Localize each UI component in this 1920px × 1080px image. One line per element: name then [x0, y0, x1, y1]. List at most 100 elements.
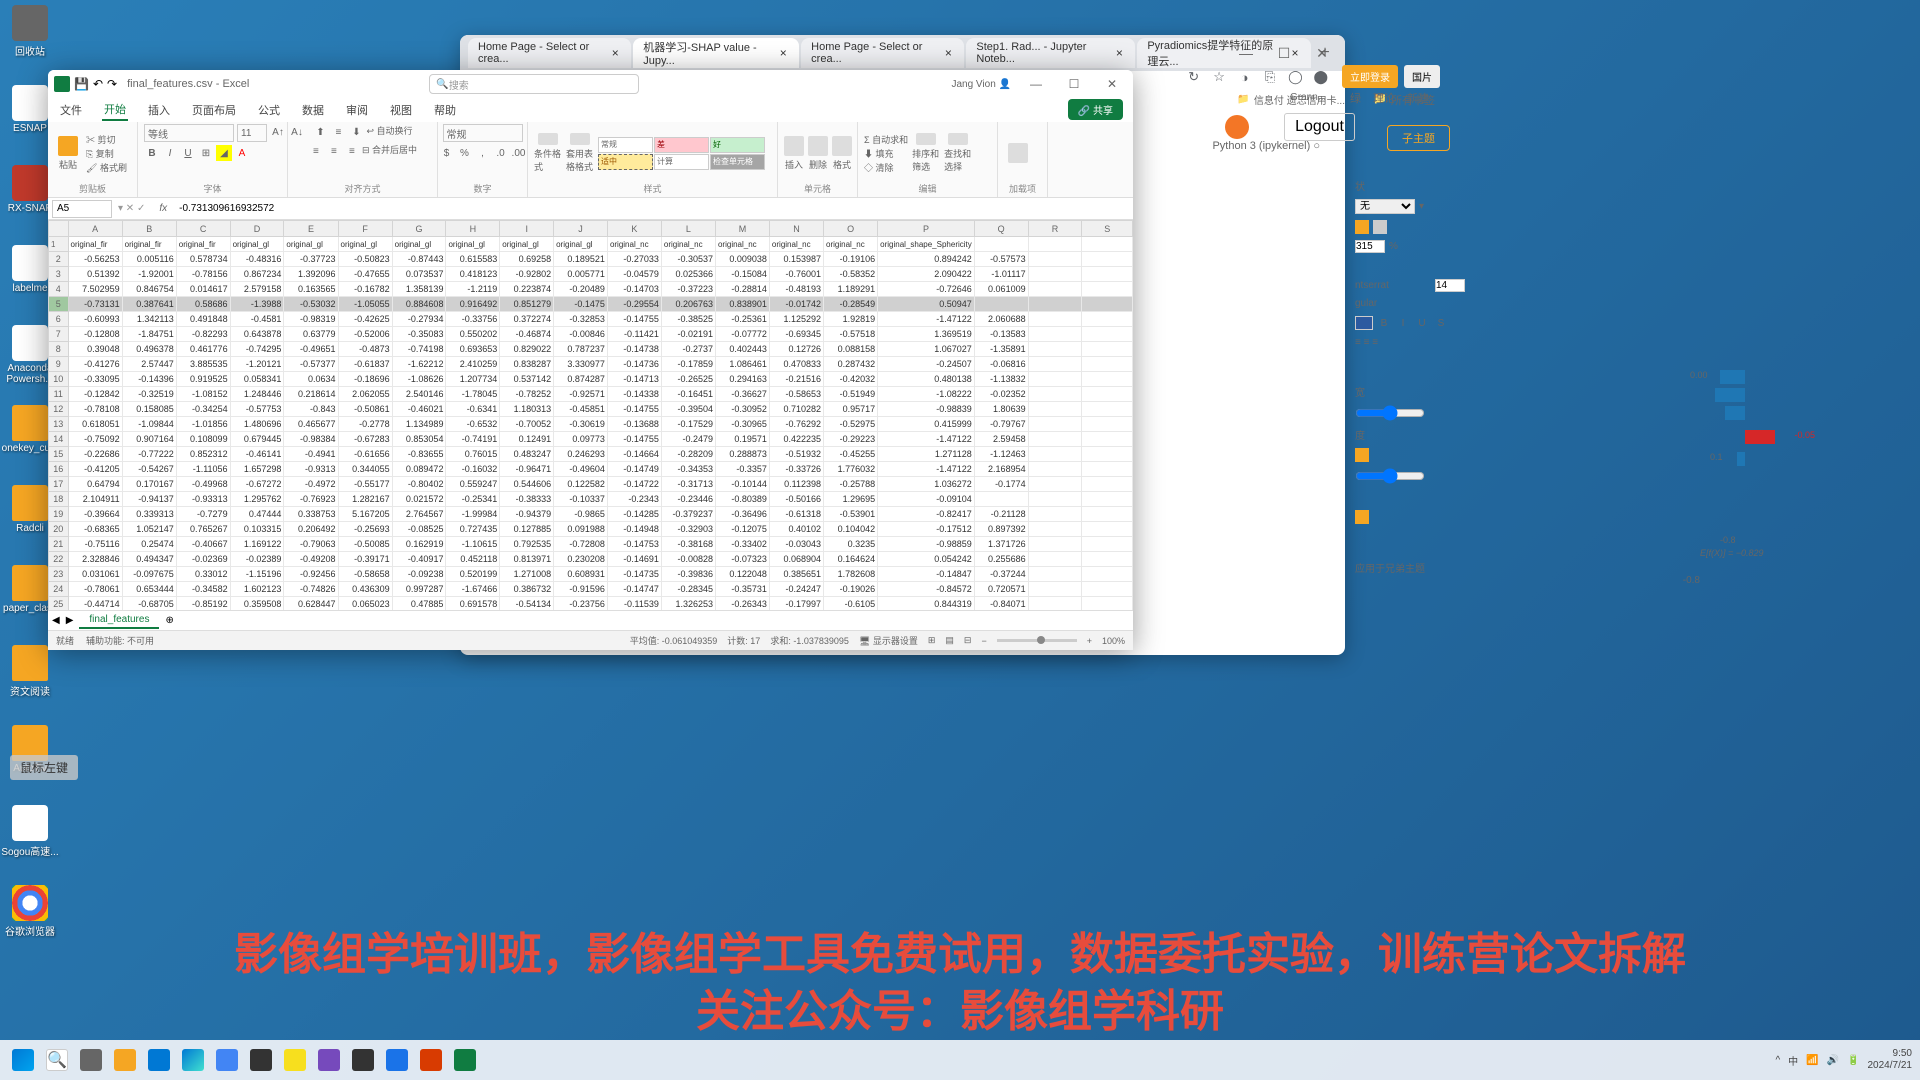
comma-button[interactable]: , [475, 145, 491, 161]
align-right-button[interactable]: ≡ [344, 143, 360, 159]
display-settings[interactable]: 🖥 显示器设置 [859, 634, 918, 647]
align-middle-button[interactable]: ≡ [330, 124, 346, 140]
color-swatch[interactable] [1373, 220, 1387, 234]
maximize-button[interactable]: ☐ [1059, 74, 1089, 94]
number-format-select[interactable]: 常规 [443, 124, 523, 142]
formula-input[interactable]: -0.731309616932572 [175, 203, 1133, 214]
style-check[interactable]: 检查单元格 [710, 154, 765, 170]
tray-sound-icon[interactable]: 🔊 [1827, 1055, 1839, 1066]
fill-button[interactable]: ⬇ 填充 [864, 147, 908, 160]
profile-icon[interactable]: ⬤ [1312, 68, 1329, 86]
view-layout-button[interactable]: ▤ [945, 635, 954, 646]
border-button[interactable]: ⊞ [198, 145, 214, 161]
color-swatch[interactable] [1355, 220, 1369, 234]
explorer-button[interactable] [110, 1045, 140, 1075]
start-button[interactable] [8, 1045, 38, 1075]
currency-button[interactable]: $ [439, 145, 455, 161]
next-sheet-button[interactable]: ▶ [66, 615, 74, 626]
clear-button[interactable]: ◇ 清除 [864, 161, 908, 174]
bookmark-item[interactable]: 📁 信息付 遗忘信用卡... [1237, 92, 1345, 107]
addins-button[interactable] [1004, 133, 1032, 173]
underline-button[interactable]: U [180, 145, 196, 161]
size-input[interactable] [1355, 240, 1385, 253]
menu-insert[interactable]: 插入 [146, 100, 172, 120]
cut-button[interactable]: ✂ 剪切 [86, 133, 127, 146]
taskbar-app[interactable] [144, 1045, 174, 1075]
align-top-button[interactable]: ⬆ [312, 124, 328, 140]
style-neutral[interactable]: 适中 [598, 154, 653, 170]
paste-button[interactable]: 粘贴 [54, 133, 82, 173]
taskbar-app[interactable] [416, 1045, 446, 1075]
tray-battery-icon[interactable]: 🔋 [1847, 1055, 1859, 1066]
font-color-button[interactable]: A [234, 145, 250, 161]
nav-item[interactable]: 新建 [1407, 90, 1429, 106]
taskbar-app[interactable] [382, 1045, 412, 1075]
cond-format-button[interactable]: 条件格式 [534, 133, 562, 173]
theme-button[interactable]: 子主题 [1387, 125, 1450, 151]
search-button[interactable]: 🔍 [42, 1045, 72, 1075]
desktop-icon[interactable]: 资文阅读 [5, 645, 55, 705]
menu-view[interactable]: 视图 [388, 100, 414, 120]
logout-button[interactable]: Logout [1284, 113, 1355, 141]
inc-decimal-button[interactable]: .0 [493, 145, 509, 161]
color-swatch[interactable] [1355, 316, 1373, 330]
nav-button[interactable]: 国片 [1404, 65, 1440, 88]
menu-data[interactable]: 数据 [300, 100, 326, 120]
menu-help[interactable]: 帮助 [432, 100, 458, 120]
extension-icon[interactable]: ◯ [1287, 68, 1304, 86]
nav-item[interactable]: 理论 [1373, 90, 1395, 106]
zoom-slider[interactable] [997, 639, 1077, 642]
close-button[interactable]: ✕ [1097, 74, 1127, 94]
italic-button[interactable]: I [1395, 315, 1411, 331]
style-normal[interactable]: 常规 [598, 137, 653, 153]
align-bottom-button[interactable]: ⬇ [348, 124, 364, 140]
color-swatch[interactable] [1355, 448, 1369, 462]
tray-lang-icon[interactable]: 中 [1788, 1053, 1798, 1068]
taskbar-excel[interactable] [450, 1045, 480, 1075]
zoom-out-button[interactable]: − [981, 636, 986, 646]
style-bad[interactable]: 差 [654, 137, 709, 153]
name-box[interactable]: A5 [52, 200, 112, 218]
menu-home[interactable]: 开始 [102, 99, 128, 121]
style-good[interactable]: 好 [710, 137, 765, 153]
taskbar-app[interactable] [178, 1045, 208, 1075]
fontsize-input[interactable] [1435, 279, 1465, 292]
extension-icon[interactable]: ⎘ [1261, 68, 1278, 86]
bold-button[interactable]: B [1376, 315, 1392, 331]
menu-review[interactable]: 审阅 [344, 100, 370, 120]
desktop-icon[interactable]: Sogou高速... [5, 805, 55, 865]
tray-wifi-icon[interactable]: 📶 [1806, 1055, 1818, 1066]
format-painter-button[interactable]: 🖌 格式刷 [86, 161, 127, 174]
delete-button[interactable]: 删除 [808, 133, 828, 173]
nav-item[interactable]: 绿 [1350, 90, 1361, 106]
align-center-button[interactable]: ≡ [326, 143, 342, 159]
table-format-button[interactable]: 套用表格格式 [566, 133, 594, 173]
italic-button[interactable]: I [162, 145, 178, 161]
fill-color-button[interactable]: ◢ [216, 145, 232, 161]
zoom-in-button[interactable]: + [1087, 636, 1092, 646]
taskbar-app[interactable] [212, 1045, 242, 1075]
spreadsheet-grid[interactable]: ABCDEFGHIJKLMNOPQRS1original_firoriginal… [48, 220, 1133, 610]
find-button[interactable]: 查找和选择 [944, 133, 972, 173]
browser-tab[interactable]: Home Page - Select or crea...× [468, 38, 631, 68]
dropdown[interactable]: 无 [1355, 199, 1415, 214]
fx-icon[interactable]: fx [159, 203, 167, 214]
strike-button[interactable]: S [1433, 315, 1449, 331]
style-calc[interactable]: 计算 [654, 154, 709, 170]
star-icon[interactable]: ☆ [1210, 68, 1227, 86]
login-button[interactable]: 立即登录 [1342, 65, 1398, 88]
user-label[interactable]: Jang Vion 👤 [951, 79, 1011, 90]
taskview-button[interactable] [76, 1045, 106, 1075]
bold-button[interactable]: B [144, 145, 160, 161]
reload-icon[interactable]: ↻ [1185, 68, 1202, 86]
browser-tab[interactable]: Home Page - Select or crea...× [801, 38, 964, 68]
taskbar-app[interactable] [246, 1045, 276, 1075]
insert-button[interactable]: 插入 [784, 133, 804, 173]
view-normal-button[interactable]: ⊞ [928, 635, 936, 646]
desktop-icon-trash[interactable]: 回收站 [5, 5, 55, 65]
merge-button[interactable]: ⊟ 合并后居中 [362, 143, 417, 159]
close-icon[interactable]: × [942, 46, 954, 60]
search-input[interactable]: 🔍 搜索 [429, 74, 639, 94]
sort-button[interactable]: 排序和筛选 [912, 133, 940, 173]
menu-layout[interactable]: 页面布局 [190, 100, 238, 120]
